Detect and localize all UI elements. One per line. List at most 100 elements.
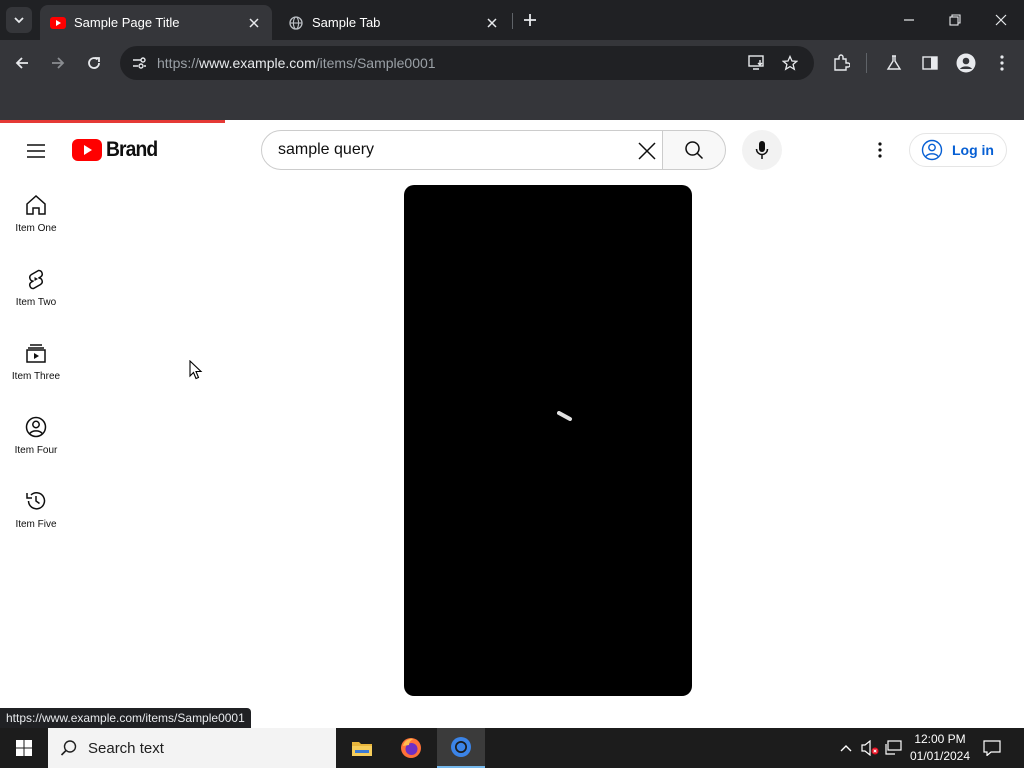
clear-search-button[interactable] [636, 140, 658, 162]
you-icon [24, 415, 48, 439]
close-icon [638, 142, 656, 160]
search-input[interactable]: sample query [261, 130, 663, 170]
close-tab-icon[interactable] [484, 15, 500, 31]
history-icon [24, 489, 48, 513]
folder-icon [352, 742, 372, 756]
network-icon[interactable] [884, 738, 904, 758]
guide-item-label: Item Two [15, 297, 57, 308]
guide-item-subscriptions[interactable]: Item Three [0, 325, 72, 399]
taskbar-search-placeholder: Search text [88, 739, 164, 757]
reload-button[interactable] [82, 51, 106, 75]
restore-icon [949, 14, 961, 26]
chevron-up-icon [840, 745, 852, 752]
close-tab-icon[interactable] [246, 15, 262, 31]
notifications-button[interactable] [982, 738, 1002, 758]
youtube-favicon-icon [50, 15, 66, 31]
system-clock[interactable]: 12:00 PM 01/01/2024 [906, 731, 974, 765]
voice-search-button[interactable] [742, 130, 782, 170]
url-text: https://www.example.com/items/Sample0001 [157, 55, 436, 71]
windows-logo-icon [16, 740, 32, 756]
search-icon [60, 740, 77, 756]
tab-youtube[interactable]: Sample Page Title [40, 5, 272, 40]
start-button[interactable] [0, 728, 48, 768]
home-icon [24, 193, 48, 217]
guide-item-label: Item Four [14, 445, 58, 456]
close-window-button[interactable] [989, 8, 1013, 32]
guide-item-label: Item One [15, 223, 57, 234]
guide-menu-button[interactable] [24, 139, 48, 163]
new-tab-button[interactable] [520, 10, 540, 30]
bookmark-star-icon[interactable] [781, 54, 799, 72]
minimize-icon [904, 19, 914, 21]
guide-item-home[interactable]: Item One [0, 177, 72, 251]
search-query-text: sample query [278, 141, 375, 158]
bookmarks-bar [0, 86, 1024, 120]
chrome-button[interactable] [437, 728, 485, 768]
hamburger-icon [27, 144, 45, 158]
guide-item-label: Item Five [15, 519, 57, 530]
file-explorer-button[interactable] [338, 728, 386, 768]
shorts-video-player[interactable] [404, 185, 692, 696]
firefox-button[interactable] [387, 728, 435, 768]
screen: Sample Page Title Sample Tab https://www… [0, 0, 1024, 768]
reload-icon [88, 57, 100, 69]
mouse-cursor-icon [189, 360, 203, 380]
arrow-left-icon [15, 57, 28, 69]
guide-item-history[interactable]: Item Five [0, 473, 72, 547]
minimize-button[interactable] [897, 8, 921, 32]
guide-item-shorts[interactable]: Item Two [0, 251, 72, 325]
tab-title: Sample Page Title [74, 15, 180, 30]
tab-new-tab[interactable]: Sample Tab [278, 5, 510, 40]
site-info-icon[interactable] [130, 54, 148, 72]
extensions-icon[interactable] [830, 52, 852, 74]
guide-item-label: Item Three [11, 371, 61, 382]
toolbar-divider [866, 53, 867, 73]
microphone-icon [755, 141, 769, 159]
subscriptions-icon [24, 341, 48, 365]
shorts-icon [24, 267, 48, 291]
settings-more-button[interactable] [868, 138, 892, 162]
profile-avatar-icon[interactable] [955, 52, 977, 74]
browser-menu-icon[interactable] [991, 52, 1013, 74]
clock-date: 01/01/2024 [909, 749, 971, 763]
close-icon [995, 14, 1007, 26]
back-button[interactable] [10, 51, 34, 75]
tab-title: Sample Tab [312, 15, 381, 30]
search-button[interactable] [662, 130, 726, 170]
search-icon [685, 141, 704, 160]
link-status-bar: https://www.example.com/items/Sample0001 [0, 708, 251, 728]
show-hidden-icons-button[interactable] [836, 738, 856, 758]
windows-taskbar: Search text 12:00 PM 01/01/2024 [0, 728, 1024, 768]
sign-in-label: Log in [952, 142, 994, 158]
youtube-masthead: Brand sample query Log in [0, 123, 1024, 177]
taskbar-search-box[interactable]: Search text [48, 728, 336, 768]
youtube-wordmark: Brand [106, 138, 158, 161]
youtube-play-icon [72, 139, 102, 161]
tab-divider [512, 13, 513, 29]
guide-item-you[interactable]: Item Four [0, 399, 72, 473]
browser-tab-bar: Sample Page Title Sample Tab [0, 0, 1024, 40]
labs-flask-icon[interactable] [883, 52, 905, 74]
chrome-icon [451, 737, 471, 757]
sign-in-button[interactable]: Log in [909, 133, 1007, 167]
youtube-logo[interactable]: Brand [72, 137, 162, 163]
account-circle-icon [920, 138, 944, 162]
chevron-down-icon [14, 17, 24, 24]
clock-time: 12:00 PM [914, 732, 966, 746]
globe-icon [288, 15, 304, 31]
youtube-page: Brand sample query Log in Item One Item … [0, 120, 1024, 728]
tab-search-button[interactable] [6, 7, 32, 33]
browser-toolbar: https://www.example.com/items/Sample0001 [0, 40, 1024, 86]
install-app-icon[interactable] [748, 54, 766, 72]
side-panel-icon[interactable] [919, 52, 941, 74]
address-bar[interactable]: https://www.example.com/items/Sample0001 [120, 46, 814, 80]
volume-muted-icon[interactable] [860, 738, 880, 758]
plus-icon [524, 14, 536, 26]
more-vertical-icon [878, 142, 882, 158]
forward-button[interactable] [46, 51, 70, 75]
arrow-right-icon [52, 57, 65, 69]
notification-icon [983, 740, 1001, 756]
restore-button[interactable] [943, 8, 967, 32]
firefox-icon [401, 738, 421, 758]
loading-spinner-icon [557, 411, 572, 421]
